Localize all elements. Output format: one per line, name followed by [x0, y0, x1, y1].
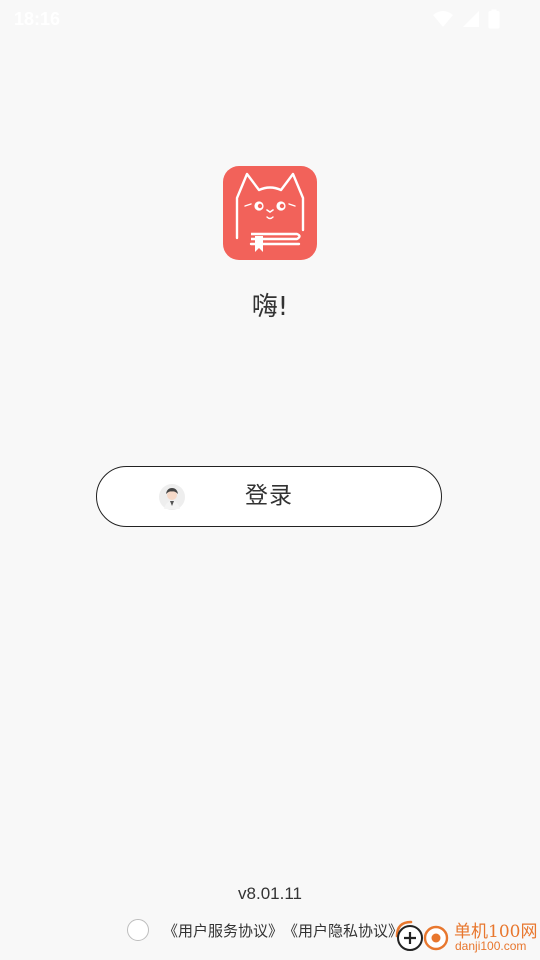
agreement-row: 《用户服务协议》 《用户隐私协议》	[127, 917, 403, 943]
status-bar: 18:16	[0, 0, 540, 40]
greeting-text: 嗨!	[251, 292, 289, 322]
status-icons	[432, 9, 500, 29]
version-label: v8.01.11	[238, 884, 302, 903]
wifi-icon	[432, 10, 454, 28]
agree-checkbox[interactable]	[127, 919, 149, 941]
signal-icon	[462, 10, 480, 28]
user-privacy-agreement-link[interactable]: 《用户隐私协议》	[283, 920, 403, 941]
user-service-agreement-link[interactable]: 《用户服务协议》	[163, 920, 283, 941]
app-logo	[223, 166, 317, 260]
login-button[interactable]: 登录	[96, 466, 442, 527]
login-label: 登录	[245, 483, 293, 509]
status-time: 18:16	[14, 9, 61, 29]
watermark-subtitle: danji100.com	[455, 939, 527, 953]
cat-book-logo-icon	[223, 172, 317, 260]
battery-icon	[488, 9, 500, 29]
watermark: 单机100网 danji100.com	[393, 915, 540, 957]
watermark-logo-icon	[393, 919, 449, 953]
